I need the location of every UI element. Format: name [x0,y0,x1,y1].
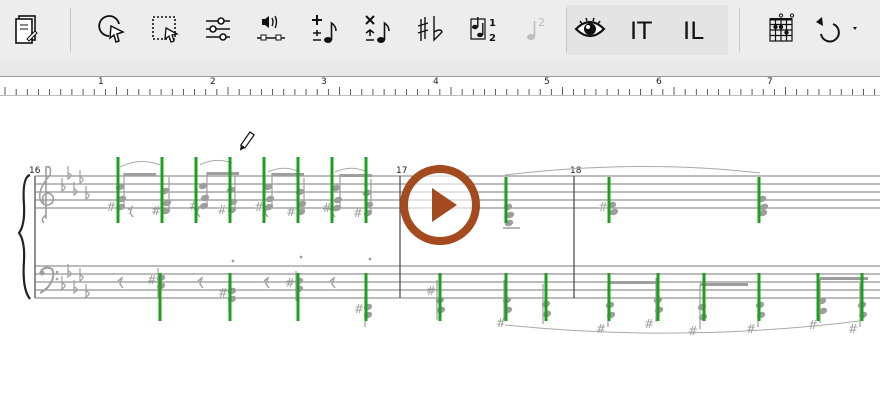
grand-staff-brace [17,173,31,300]
bass-staff [35,265,880,299]
ruler-mark: 6 [656,77,662,87]
chord-diagram-icon[interactable] [762,9,800,49]
svg-text:#: # [147,273,157,287]
measure-number: 17 [396,166,407,176]
ruler-mark: 7 [767,77,773,87]
play-button[interactable] [400,165,480,245]
svg-text:#: # [688,324,698,338]
svg-text:#: # [151,204,161,218]
svg-text:#: # [848,322,858,336]
ruler-mark: 3 [321,77,327,87]
svg-text:#: # [285,276,295,290]
ruler-mark: 4 [433,77,439,87]
accidentals-icon[interactable] [411,9,449,49]
toolbar-separator [566,8,567,52]
voice-label-2: 2 [489,33,496,44]
svg-text:#: # [354,302,364,316]
svg-text:#: # [106,200,116,214]
svg-text:#: # [644,317,654,331]
eye-visibility-icon[interactable] [571,9,609,49]
audio-track-icon[interactable] [252,9,290,49]
svg-text:#: # [598,200,608,214]
pencil-cursor-icon [239,131,255,151]
voice-label-1: 1 [489,18,496,29]
lyrics-tool-glyph: IL [683,17,704,44]
playhead-markers [116,157,864,321]
score-sheet-icon[interactable] [8,9,46,49]
svg-text:#: # [218,286,228,300]
svg-text:#: # [286,205,296,219]
bass-clef-icon [39,266,59,294]
text-tool-icon[interactable]: IT [624,9,662,49]
ruler-track [0,60,880,76]
add-note-icon[interactable] [305,9,343,49]
voice-two-disabled-icon: 2 [517,9,555,49]
score-canvas[interactable]: 16 17 18 # # # # # # # ######### # # # # # [0,95,880,410]
svg-text:#: # [353,206,363,220]
svg-text:#: # [217,203,227,217]
ruler[interactable]: 1 2 3 4 5 6 7 [0,76,880,96]
delete-note-icon[interactable] [358,9,396,49]
ruler-mark: 5 [544,77,550,87]
svg-text:#: # [746,322,756,336]
voice-numbers-icon[interactable]: 12 [464,9,502,49]
undo-icon[interactable] [810,9,860,49]
toolbar-separator [70,8,71,52]
toolbar: 12 2 IT IL [0,0,880,61]
ruler-mark: 2 [210,77,216,87]
toolbar-separator [739,8,740,52]
rectangle-select-icon[interactable] [146,9,184,49]
treble-clef-icon [38,165,55,224]
ruler-mark: 1 [98,77,104,87]
ruler-ticks [4,87,876,95]
undo-dropdown-chevron-icon[interactable] [853,27,857,30]
voice-disabled-label: 2 [538,16,545,29]
lyrics-tool-icon[interactable]: IL [677,9,715,49]
svg-text:#: # [596,322,606,336]
measure-number: 16 [29,166,41,176]
measure-number: 18 [570,166,582,176]
key-signature [61,166,90,299]
select-cursor-icon[interactable] [93,9,131,49]
mixer-sliders-icon[interactable] [199,9,237,49]
text-tool-glyph: IT [630,17,652,44]
svg-text:#: # [426,284,436,298]
notes-layer: # # # # # # # ######### # # # # # [106,172,868,338]
